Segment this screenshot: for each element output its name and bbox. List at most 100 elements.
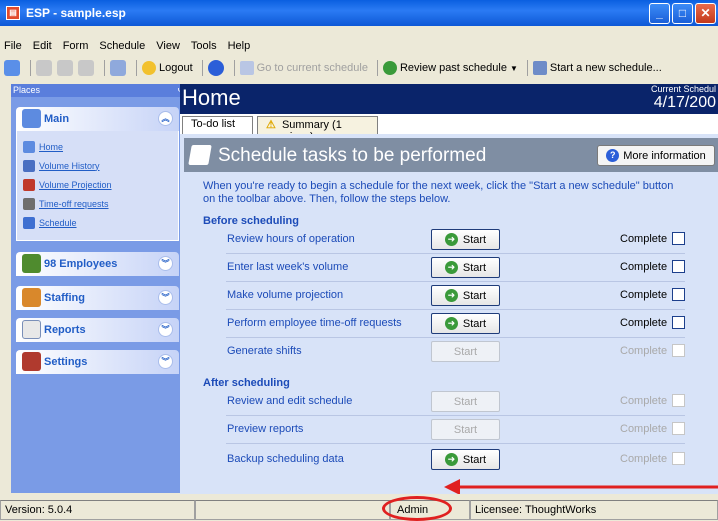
collapse-icon[interactable]: ︽ <box>158 111 173 126</box>
paste-icon[interactable] <box>78 60 94 76</box>
start-button[interactable]: ➜ Start <box>431 313 500 334</box>
group-main-body: Home Volume History Volume Projection Ti… <box>16 131 179 241</box>
expand-icon[interactable]: ︾ <box>158 290 173 305</box>
go-arrow-icon: ➜ <box>444 317 458 330</box>
start-button[interactable]: ➜ Start <box>431 229 500 250</box>
help-icon: ? <box>606 149 620 162</box>
toolbar-separator <box>233 60 235 76</box>
review-past-schedule-button[interactable]: Review past schedule ▼ <box>382 61 518 75</box>
staffing-icon <box>22 288 41 307</box>
time-off-icon <box>23 197 35 210</box>
main-area: Home Current Schedul 4/17/200 To-do list… <box>180 84 718 494</box>
task-row: Make volume projection ➜ Start Complete <box>203 282 685 310</box>
toolbar-separator <box>30 60 31 76</box>
start-new-schedule-button[interactable]: Start a new schedule... <box>532 61 662 75</box>
places-header: Places ᴪ <box>11 84 188 97</box>
complete-checkbox[interactable] <box>672 288 685 301</box>
new-schedule-icon <box>532 61 547 75</box>
close-button[interactable]: ✕ <box>695 3 716 24</box>
group-reports-header[interactable]: Reports ︾ <box>16 318 179 342</box>
task-row: Generate shifts Start Complete <box>203 338 685 366</box>
group-main-header[interactable]: Main ︽ <box>16 107 179 131</box>
menu-help[interactable]: Help <box>228 40 251 52</box>
copy-icon[interactable] <box>57 60 73 76</box>
nav-volume-projection[interactable]: Volume Projection <box>23 175 178 194</box>
settings-icon <box>22 352 41 371</box>
go-current-schedule-button[interactable]: Go to current schedule <box>239 61 368 75</box>
toolbar: Logout Go to current schedule Review pas… <box>0 56 718 80</box>
complete-checkbox[interactable] <box>672 452 685 465</box>
start-button[interactable]: Start <box>431 419 500 440</box>
tab-to-do-list[interactable]: To-do list <box>182 116 253 134</box>
menu-edit[interactable]: Edit <box>33 40 52 52</box>
complete-checkbox[interactable] <box>672 394 685 407</box>
task-row: Enter last week's volume ➜ Start Complete <box>203 254 685 282</box>
volume-history-icon <box>23 159 35 172</box>
toolbar-separator <box>136 60 137 76</box>
row-divider <box>226 443 685 444</box>
home-icon[interactable] <box>4 60 20 76</box>
toolbar-separator <box>104 60 105 76</box>
schedule-grid-icon <box>23 216 35 229</box>
menu-tools[interactable]: Tools <box>191 40 217 52</box>
current-schedule-date: 4/17/200 <box>653 94 716 111</box>
tab-strip: To-do list ⚠ Summary (1 warnings) <box>180 114 718 143</box>
nav-schedule[interactable]: Schedule <box>23 213 178 232</box>
menu-view[interactable]: View <box>156 40 180 52</box>
go-arrow-icon: ➜ <box>444 453 458 466</box>
complete-checkbox[interactable] <box>672 260 685 273</box>
complete-checkbox[interactable] <box>672 422 685 435</box>
group-staffing-header[interactable]: Staffing ︾ <box>16 286 179 310</box>
go-arrow-icon: ➜ <box>444 261 458 274</box>
logout-button[interactable]: Logout <box>142 61 193 75</box>
expand-icon[interactable]: ︾ <box>158 256 173 271</box>
group-settings: Settings ︾ <box>16 350 179 374</box>
more-information-button[interactable]: ? More information <box>597 145 715 166</box>
group-main: Main ︽ Home Volume History Volume Projec… <box>16 107 179 241</box>
group-employees-header[interactable]: 98 Employees ︾ <box>16 252 179 276</box>
toolbar-separator <box>376 60 378 76</box>
task-row: Review hours of operation ➜ Start Complet… <box>203 226 685 254</box>
start-button[interactable]: ➜ Start <box>431 449 500 470</box>
menu-bar: File Edit Form Schedule View Tools Help <box>0 37 718 55</box>
menu-file[interactable]: File <box>4 40 22 52</box>
complete-checkbox[interactable] <box>672 232 685 245</box>
minimize-button[interactable]: _ <box>649 3 670 24</box>
menu-schedule[interactable]: Schedule <box>99 40 145 52</box>
start-button[interactable]: ➜ Start <box>431 257 500 278</box>
user-icon[interactable] <box>110 60 126 76</box>
group-employees: 98 Employees ︾ <box>16 252 179 276</box>
start-button[interactable]: ➜ Start <box>431 285 500 306</box>
task-row: Preview reports Start Complete <box>203 416 685 444</box>
help-icon[interactable] <box>207 60 224 76</box>
intro-text: When you're ready to begin a schedule fo… <box>203 180 674 205</box>
task-row: Review and edit schedule Start Complete <box>203 388 685 416</box>
toolbar-separator <box>201 60 203 76</box>
complete-checkbox[interactable] <box>672 316 685 329</box>
toolbar-separator <box>526 60 528 76</box>
start-button[interactable]: Start <box>431 341 500 362</box>
expand-icon[interactable]: ︾ <box>158 354 173 369</box>
tab-summary[interactable]: ⚠ Summary (1 warnings) <box>257 116 378 143</box>
nav-time-off-requests[interactable]: Time-off requests <box>23 194 178 213</box>
cut-icon[interactable] <box>36 60 52 76</box>
version-status: Version: 5.0.4 <box>0 500 195 520</box>
go-arrow-icon: ➜ <box>444 233 458 246</box>
nav-home[interactable]: Home <box>23 137 178 156</box>
dropdown-arrow-icon: ▼ <box>509 63 518 73</box>
current-schedule-label: Current Schedul <box>650 84 716 94</box>
group-settings-header[interactable]: Settings ︾ <box>16 350 179 374</box>
menu-form[interactable]: Form <box>63 40 89 52</box>
status-bar: Version: 5.0.4 Admin Licensee: ThoughtWo… <box>0 499 718 521</box>
app-icon: ▤ <box>6 6 20 20</box>
nav-volume-history[interactable]: Volume History <box>23 156 178 175</box>
expand-icon[interactable]: ︾ <box>158 322 173 337</box>
complete-checkbox[interactable] <box>672 344 685 357</box>
calendar-icon <box>239 61 254 75</box>
maximize-button[interactable]: □ <box>672 3 693 24</box>
task-panel: Schedule tasks to be performed ? More in… <box>180 134 718 494</box>
task-panel-header: Schedule tasks to be performed ? More in… <box>184 138 718 172</box>
places-pane: Main ︽ Home Volume History Volume Projec… <box>11 97 188 493</box>
start-button[interactable]: Start <box>431 391 500 412</box>
go-arrow-icon: ➜ <box>444 289 458 302</box>
